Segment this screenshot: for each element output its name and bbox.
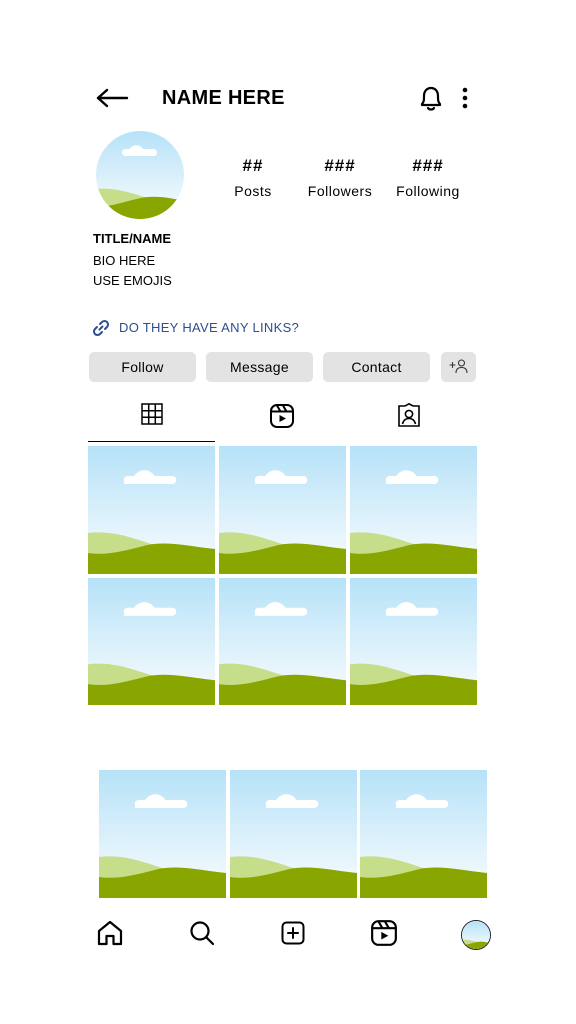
posts-count: ## — [242, 156, 264, 175]
add-user-button[interactable] — [441, 352, 476, 382]
post-thumbnail[interactable] — [99, 770, 226, 898]
link-icon[interactable] — [91, 318, 111, 338]
following-count: ### — [412, 156, 444, 175]
nav-profile[interactable] — [460, 919, 492, 951]
post-thumbnail[interactable] — [350, 446, 477, 574]
profile-avatar[interactable] — [96, 131, 184, 219]
profile-avatar — [461, 920, 491, 950]
bio-line: BIO HERE — [93, 253, 156, 268]
stat-posts[interactable]: ## Posts — [208, 156, 298, 200]
message-button[interactable]: Message — [206, 352, 313, 382]
posts-label: Posts — [234, 183, 272, 199]
tab-reels[interactable] — [218, 400, 345, 442]
grid-icon — [140, 403, 163, 430]
followers-count: ### — [324, 156, 356, 175]
stat-following[interactable]: ### Following — [383, 156, 473, 200]
following-label: Following — [396, 183, 460, 199]
reels-icon — [370, 919, 398, 952]
add-user-icon — [448, 358, 469, 377]
post-thumbnail[interactable] — [230, 770, 357, 898]
nav-home[interactable] — [94, 919, 126, 951]
search-icon — [188, 919, 216, 952]
reels-icon — [269, 403, 295, 434]
nav-search[interactable] — [186, 919, 218, 951]
page-title: NAME HERE — [162, 87, 285, 109]
stat-followers[interactable]: ### Followers — [295, 156, 385, 200]
bell-icon[interactable] — [418, 84, 444, 112]
follow-button[interactable]: Follow — [89, 352, 196, 382]
arrow-left-icon[interactable] — [95, 86, 129, 110]
followers-label: Followers — [307, 183, 373, 199]
contact-button[interactable]: Contact — [323, 352, 430, 382]
bio-line: USE EMOJIS — [93, 273, 172, 288]
post-thumbnail[interactable] — [350, 578, 477, 705]
profile-link[interactable]: DO THEY HAVE ANY LINKS? — [119, 320, 299, 336]
nav-reels[interactable] — [368, 919, 400, 951]
tagged-icon — [396, 402, 422, 434]
post-thumbnail[interactable] — [88, 446, 215, 574]
post-thumbnail[interactable] — [219, 578, 346, 705]
create-icon — [280, 920, 306, 951]
nav-create[interactable] — [277, 919, 309, 951]
home-icon — [96, 919, 124, 952]
tab-grid[interactable] — [88, 400, 215, 442]
bio-name: TITLE/NAME — [93, 231, 171, 246]
post-thumbnail[interactable] — [219, 446, 346, 574]
post-thumbnail[interactable] — [360, 770, 487, 898]
more-vertical-icon[interactable] — [456, 86, 474, 110]
tab-tagged[interactable] — [345, 400, 472, 442]
post-thumbnail[interactable] — [88, 578, 215, 705]
